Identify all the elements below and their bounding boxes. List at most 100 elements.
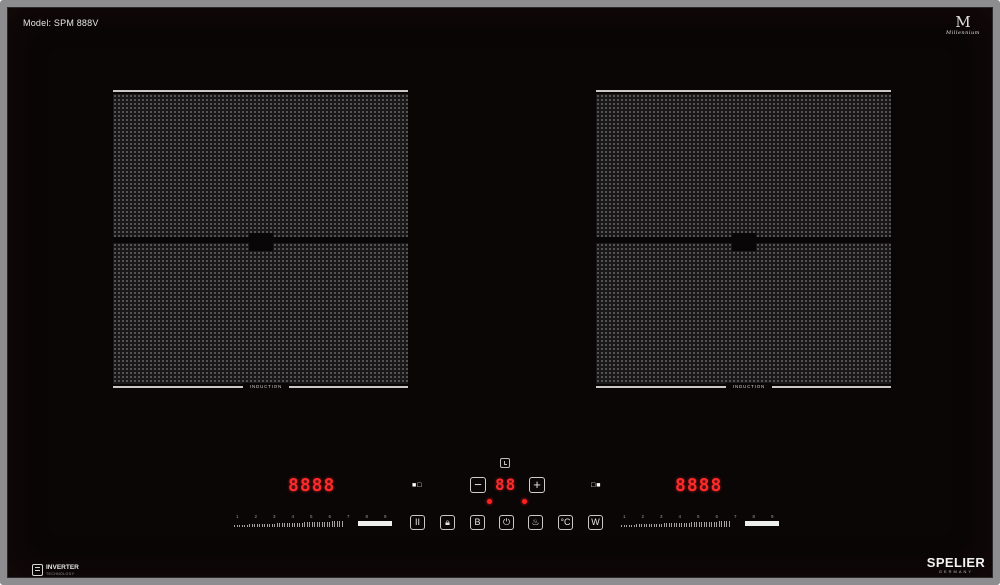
slider-tick bbox=[681, 522, 682, 527]
timer-plus-button[interactable]: + bbox=[529, 477, 545, 493]
slider-number: 3 bbox=[660, 514, 663, 519]
zone-lower-half bbox=[113, 243, 408, 384]
power-button[interactable]: ⏻ bbox=[499, 515, 514, 530]
slider-tick bbox=[249, 524, 250, 527]
slider-tick bbox=[673, 523, 675, 527]
slider-tick bbox=[294, 522, 295, 527]
slider-number: 5 bbox=[310, 514, 313, 519]
slider-tick bbox=[326, 521, 328, 527]
zone-center-marker bbox=[732, 233, 756, 251]
slider-tick bbox=[696, 522, 697, 527]
lock-button[interactable]: 🔒︎ bbox=[440, 515, 455, 530]
slider-tick bbox=[678, 522, 680, 527]
temperature-button[interactable]: °C bbox=[558, 515, 573, 530]
slider-tick bbox=[341, 521, 343, 527]
cooking-zone-left: INDUCTION bbox=[113, 90, 408, 390]
slider-tick bbox=[646, 524, 647, 527]
slider-tick bbox=[264, 523, 265, 527]
slider-tick bbox=[726, 521, 727, 527]
slider-tick bbox=[299, 522, 300, 527]
keep-warm-button[interactable]: ♨ bbox=[528, 515, 543, 530]
slider-tick bbox=[319, 521, 320, 527]
slider-tick bbox=[668, 523, 670, 527]
slider-numbers: 1 2 3 4 5 6 7 8 9 bbox=[619, 514, 781, 520]
inverter-label: INVERTER bbox=[46, 564, 79, 571]
slider-tick bbox=[723, 521, 725, 527]
slider-tick bbox=[244, 524, 245, 527]
slider-tick bbox=[711, 521, 712, 527]
slider-tick bbox=[693, 522, 695, 527]
slider-tick bbox=[671, 523, 672, 527]
left-power-slider[interactable]: 1 2 3 4 5 6 7 8 9 bbox=[232, 514, 394, 530]
slider-tick bbox=[279, 523, 280, 527]
millennium-logo-mark: M bbox=[955, 13, 971, 31]
slider-tick bbox=[236, 524, 238, 527]
right-zone-display: 8888 bbox=[675, 475, 723, 496]
slider-number: 1 bbox=[623, 514, 626, 519]
slider-number: 4 bbox=[678, 514, 682, 519]
slider-number: 9 bbox=[771, 514, 774, 519]
slider-tick bbox=[708, 521, 710, 527]
slider-tick bbox=[329, 521, 330, 527]
slider-tick bbox=[239, 524, 240, 527]
slider-tick bbox=[256, 524, 258, 527]
pause-button[interactable]: II bbox=[410, 515, 425, 530]
timer-minus-button[interactable]: − bbox=[470, 477, 486, 493]
slider-tick bbox=[636, 524, 637, 527]
slider-number: 8 bbox=[365, 514, 369, 519]
slider-number: 7 bbox=[347, 514, 350, 519]
slider-tick bbox=[269, 523, 270, 527]
slider-number: 7 bbox=[734, 514, 737, 519]
slider-tick bbox=[716, 521, 717, 527]
slider-tick bbox=[309, 522, 310, 527]
inverter-sub-label: TECHNOLOGY bbox=[46, 572, 75, 576]
slider-tick bbox=[686, 522, 687, 527]
slider-tick bbox=[623, 524, 625, 527]
slider-tick bbox=[251, 524, 253, 527]
slider-number: 3 bbox=[273, 514, 276, 519]
slider-tick bbox=[296, 522, 298, 527]
zone-edge-top bbox=[113, 90, 408, 92]
slider-tick bbox=[683, 522, 685, 527]
induction-label: INDUCTION bbox=[243, 383, 289, 390]
slider-tick bbox=[281, 523, 283, 527]
slider-tick bbox=[276, 523, 278, 527]
left-zone-select-button[interactable]: ■□ bbox=[412, 482, 422, 489]
slider-number: 2 bbox=[641, 514, 645, 519]
millennium-logo-name: Millennium bbox=[946, 30, 980, 36]
slider-tick bbox=[316, 522, 318, 527]
slider-tick bbox=[691, 522, 692, 527]
slider-tick bbox=[706, 521, 707, 527]
slider-tick bbox=[641, 524, 642, 527]
slider-tick bbox=[658, 523, 660, 527]
slider-number: 5 bbox=[697, 514, 700, 519]
slider-number: 6 bbox=[328, 514, 332, 519]
slider-tick bbox=[289, 523, 290, 527]
slider-tick bbox=[648, 524, 650, 527]
slider-tick bbox=[301, 522, 303, 527]
slider-tick bbox=[259, 524, 260, 527]
slider-tick bbox=[728, 521, 730, 527]
timer-display: 88 bbox=[495, 475, 517, 494]
slider-tick bbox=[284, 523, 285, 527]
induction-label: INDUCTION bbox=[726, 383, 772, 390]
slider-tick bbox=[254, 524, 255, 527]
slider-bar bbox=[358, 521, 392, 526]
right-power-slider[interactable]: 1 2 3 4 5 6 7 8 9 bbox=[619, 514, 781, 530]
wok-button[interactable]: W bbox=[588, 515, 603, 530]
slider-tick bbox=[628, 524, 630, 527]
boost-button[interactable]: B bbox=[470, 515, 485, 530]
slider-tick bbox=[621, 525, 622, 527]
zone-lower-half bbox=[596, 243, 891, 384]
slider-bar bbox=[745, 521, 779, 526]
slider-tick bbox=[651, 523, 652, 527]
slider-number: 6 bbox=[715, 514, 719, 519]
slider-tick bbox=[656, 523, 657, 527]
slider-tick bbox=[334, 521, 335, 527]
slider-tick bbox=[721, 521, 722, 527]
slider-tick bbox=[336, 521, 338, 527]
slider-tick bbox=[703, 522, 705, 527]
slider-number: 2 bbox=[254, 514, 258, 519]
slider-tick bbox=[266, 523, 268, 527]
right-zone-select-button[interactable]: □■ bbox=[591, 482, 601, 489]
